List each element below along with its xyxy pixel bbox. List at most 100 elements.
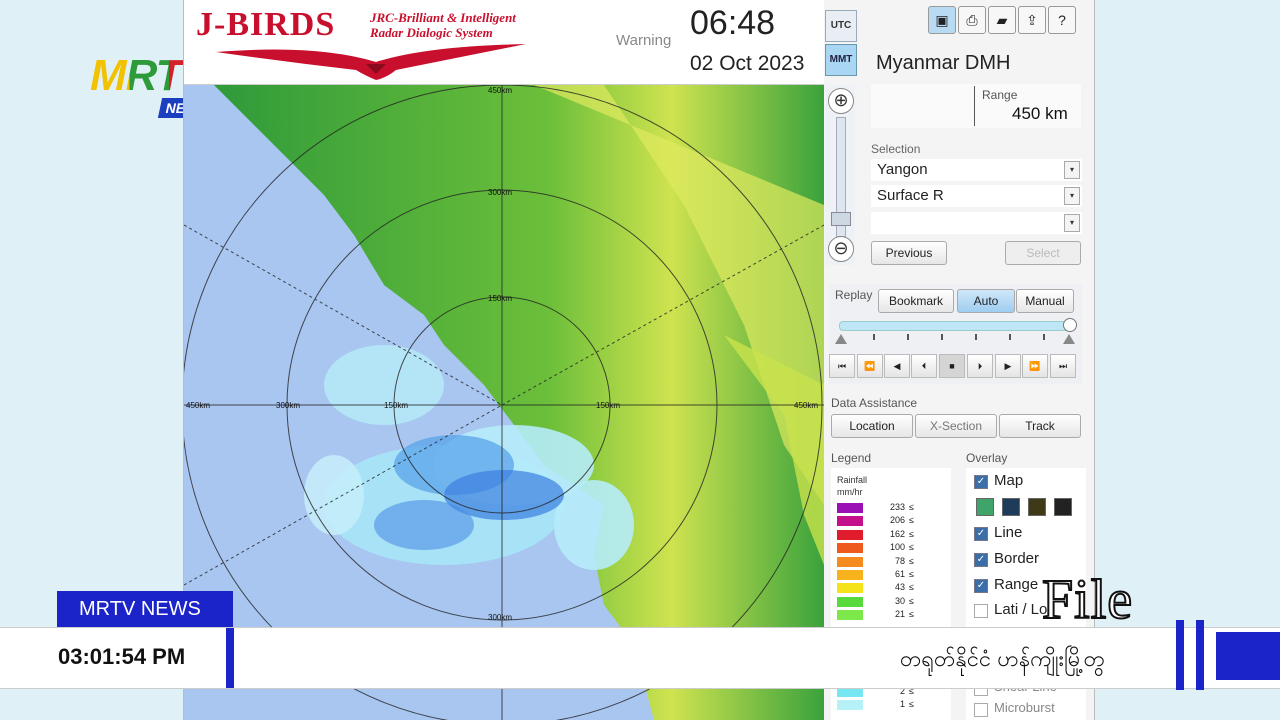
checkbox-checked-icon[interactable]: ✓ (974, 475, 988, 489)
range-label: 450km (488, 86, 512, 95)
legend-row: 233 ≤ (837, 502, 947, 514)
map-style-swatch[interactable] (976, 498, 994, 516)
range-divider (974, 86, 975, 126)
legend-value: 1 (899, 699, 905, 709)
last-frame-icon[interactable]: ⏭ (1050, 354, 1076, 378)
legend-value: 100 (889, 542, 905, 553)
stop-icon[interactable]: ■ (939, 354, 965, 378)
previous-button[interactable]: Previous (871, 241, 947, 265)
legend-le-symbol: ≤ (909, 555, 914, 566)
legend-row: 100 ≤ (837, 542, 947, 554)
legend-unit: mm/hr (837, 487, 863, 497)
checkbox-checked-icon[interactable]: ✓ (974, 527, 988, 541)
range-value: 450 km (1012, 104, 1068, 123)
map-style-swatch[interactable] (1054, 498, 1072, 516)
overlay-range-label: Range (994, 576, 1039, 593)
legend-value: 233 (889, 502, 905, 512)
legend-title-text: Rainfall (837, 475, 868, 485)
range-label: Range (982, 88, 1018, 102)
legend-value: 162 (889, 528, 905, 539)
lower-third-bar: 03:01:54 PM တရုတ်နိုင်ငံ ဟန်ကျိုးမြို့တွ (0, 620, 1280, 690)
prev-frame-icon[interactable]: ⏴ (911, 354, 937, 378)
radar-map-canvas: 450km 300km 150km 150km 450km 150km 300k… (184, 85, 824, 720)
news-ticker: တရုတ်နိုင်ငံ ဟန်ကျိုးမြို့တွ (900, 646, 1106, 671)
warning-indicator[interactable]: Warning (616, 32, 671, 49)
legend-color-swatch (837, 570, 863, 580)
legend-color-swatch (837, 700, 863, 710)
overlay-microburst-label: Microburst (994, 700, 1055, 715)
legend-row: 61 ≤ (837, 569, 947, 581)
legend-color-swatch (837, 596, 863, 607)
legend-value: 30 (894, 595, 905, 606)
radar-app-window: J-BIRDS JRC-Brilliant & Intelligent Rada… (183, 0, 1095, 720)
file-footage-watermark: File (1041, 568, 1134, 632)
fast-forward-icon[interactable]: ⏩ (1022, 354, 1048, 378)
bird-wing-icon (216, 44, 526, 80)
range-label: 300km (488, 188, 512, 197)
export-icon[interactable]: ⇪ (1018, 6, 1046, 34)
play-icon[interactable]: ▶ (995, 354, 1021, 378)
legend-row: 162 ≤ (837, 529, 947, 541)
overlay-border-option[interactable]: ✓ Border (974, 550, 1084, 570)
legend-color-swatch (837, 516, 863, 527)
next-frame-icon[interactable]: ⏵ (967, 354, 993, 378)
replay-ticks (839, 334, 1073, 344)
legend-le-symbol: ≤ (909, 502, 914, 512)
lower-third-accent-box (1216, 632, 1280, 680)
range-display: Range 450 km (871, 84, 1081, 128)
legend-color-swatch (837, 583, 863, 594)
site-select[interactable]: Yangon ▾ (871, 159, 1082, 181)
overlay-microburst-option[interactable]: Microburst (974, 700, 1084, 720)
step-back-icon[interactable]: ◀ (884, 354, 910, 378)
manual-button[interactable]: Manual (1016, 289, 1074, 313)
fast-back-icon[interactable]: ⏪ (857, 354, 883, 378)
overlay-label: Overlay (966, 451, 1008, 465)
folder-icon[interactable]: ▰ (988, 6, 1016, 34)
overlay-border-label: Border (994, 550, 1040, 567)
dropdown-arrow-icon[interactable]: ▾ (1064, 161, 1080, 179)
sub-select[interactable]: ▾ (871, 212, 1082, 234)
auto-button[interactable]: Auto (957, 289, 1015, 313)
legend-le-symbol: ≤ (909, 595, 914, 606)
bookmark-button[interactable]: Bookmark (878, 289, 954, 313)
legend-color-swatch (837, 556, 863, 567)
legend-le-symbol: ≤ (909, 569, 914, 579)
legend-color-swatch (837, 543, 863, 554)
legend-value: 61 (894, 569, 905, 579)
brand-logo: J-BIRDS JRC-Brilliant & Intelligent Rada… (196, 4, 606, 82)
dropdown-arrow-icon[interactable]: ▾ (1064, 187, 1080, 205)
legend-color-swatch (837, 610, 863, 621)
range-label: 150km (596, 401, 620, 410)
legend-le-symbol: ≤ (909, 699, 914, 709)
product-select[interactable]: Surface R ▾ (871, 185, 1082, 207)
checkbox-unchecked-icon[interactable] (974, 604, 988, 618)
checkbox-checked-icon[interactable]: ✓ (974, 553, 988, 567)
app-header: J-BIRDS JRC-Brilliant & Intelligent Rada… (184, 0, 824, 85)
save-icon[interactable]: ▣ (928, 6, 956, 34)
checkbox-unchecked-icon[interactable] (974, 703, 988, 717)
legend-value: 21 (894, 609, 905, 620)
map-style-swatch[interactable] (1028, 498, 1046, 516)
replay-slider-handle[interactable] (1063, 318, 1077, 332)
overlay-line-option[interactable]: ✓ Line (974, 524, 1084, 544)
checkbox-checked-icon[interactable]: ✓ (974, 579, 988, 593)
map-style-swatch[interactable] (1002, 498, 1020, 516)
overlay-latlon-label: Lati / Lo (994, 601, 1048, 618)
range-label: 450km (186, 401, 210, 410)
product-select-value: Surface R (877, 187, 944, 204)
location-button[interactable]: Location (831, 414, 913, 438)
radar-map[interactable]: 450km 300km 150km 150km 450km 150km 300k… (184, 85, 824, 720)
replay-slider[interactable] (839, 321, 1073, 331)
replay-section: Replay Bookmark Auto Manual ⏮ ⏪ ◀ ⏴ ■ ⏵ … (829, 284, 1082, 384)
track-button[interactable]: Track (999, 414, 1081, 438)
legend-value: 43 (894, 582, 905, 593)
news-channel-tag: MRTV NEWS (57, 591, 233, 627)
data-assistance-label: Data Assistance (831, 396, 918, 410)
x-section-button[interactable]: X-Section (915, 414, 997, 438)
overlay-map-option[interactable]: ✓ Map (974, 472, 1084, 492)
select-button[interactable]: Select (1005, 241, 1081, 265)
dropdown-arrow-icon[interactable]: ▾ (1064, 214, 1080, 232)
help-icon[interactable]: ? (1048, 6, 1076, 34)
print-icon[interactable]: ⎙ (958, 6, 986, 34)
first-frame-icon[interactable]: ⏮ (829, 354, 855, 378)
